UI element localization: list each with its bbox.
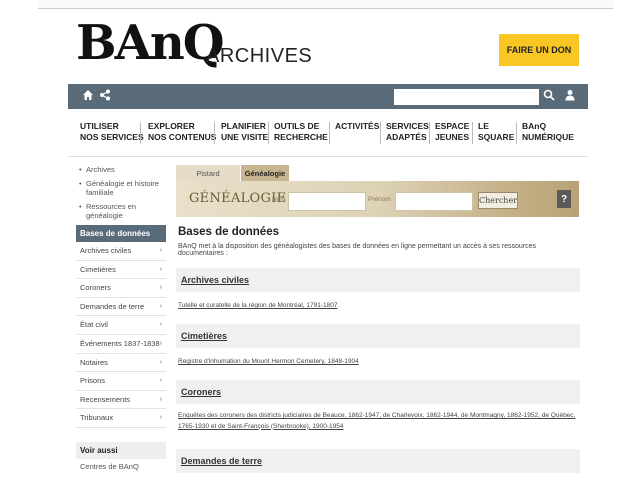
site-search-input[interactable] (394, 89, 539, 105)
section-title-archives-civiles[interactable]: Archives civiles (181, 275, 249, 285)
nav-divider (268, 122, 269, 144)
sidebar-item-cimetieres[interactable]: Cimetières › (76, 261, 166, 280)
nav-le-square[interactable]: LE SQUARE (478, 121, 514, 143)
prenom-label: Prénom (368, 196, 391, 203)
nav-planifier[interactable]: PLANIFIER UNE VISITE (221, 121, 268, 143)
sidebar-item-active[interactable]: Bases de données (76, 225, 166, 242)
sidebar: Archives Généalogie et histoire familial… (76, 163, 166, 474)
sidebar-item-label: Demandes de terre (80, 301, 145, 311)
chevron-right-icon: › (159, 247, 162, 254)
nav-espace-jeunes[interactable]: ESPACE JEUNES (435, 121, 469, 143)
section-header: Demandes de terre (176, 449, 580, 473)
chevron-right-icon: › (159, 302, 162, 310)
section-title-coroners[interactable]: Coroners (181, 387, 221, 397)
sidebar-item-label: Prisons (80, 376, 106, 386)
sidebar-link-genealogie[interactable]: Généalogie et histoire familiale (76, 177, 166, 200)
section-title-cimetieres[interactable]: Cimetières (181, 331, 227, 341)
database-link[interactable]: Enquêtes des coroners des districts judi… (178, 411, 580, 432)
sidebar-item-label: Cimetières (80, 264, 116, 274)
page-title: Bases de données (178, 226, 279, 238)
section-header: Coroners (176, 380, 580, 404)
nav-divider (329, 122, 330, 144)
nav-divider (140, 122, 141, 144)
user-icon[interactable] (564, 89, 576, 104)
nav-divider (472, 122, 473, 144)
section-title-demandes-de-terre[interactable]: Demandes de terre (181, 456, 262, 466)
sidebar-item-evenements[interactable]: Événements 1837-1838 › (76, 335, 166, 354)
sidebar-item-tribunaux[interactable]: Tribunaux › (76, 409, 166, 428)
help-button[interactable]: ? (557, 190, 571, 208)
sidebar-item-notaires[interactable]: Notaires › (76, 354, 166, 373)
sidebar-item-coroners[interactable]: Coroners › (76, 279, 166, 298)
sidebar-item-archives-civiles[interactable]: Archives civiles › (76, 242, 166, 261)
tab-pistard[interactable]: Pistard (176, 165, 240, 181)
site-header: BAnQ ARCHIVES FAIRE UN DON (68, 12, 588, 82)
sidebar-item-demandes-de-terre[interactable]: Demandes de terre › (76, 298, 166, 317)
database-link[interactable]: Tutelle et curatelle de la région de Mon… (178, 301, 580, 312)
sidebar-link-centres[interactable]: Centres de BAnQ (76, 459, 166, 474)
share-icon[interactable] (99, 89, 111, 104)
chevron-right-icon: › (159, 265, 162, 273)
sidebar-link-ressources[interactable]: Ressources en généalogie (76, 200, 166, 223)
nom-input[interactable] (288, 192, 366, 211)
genealogy-search-banner: GÉNÉALOGIE Nom Prénom Chercher ? (176, 181, 579, 217)
sidebar-item-etat-civil[interactable]: État civil › (76, 316, 166, 335)
sidebar-item-label: Notaires (80, 357, 108, 367)
sidebar-item-prisons[interactable]: Prisons › (76, 372, 166, 391)
chevron-right-icon: › (159, 414, 162, 422)
chevron-right-icon: › (159, 377, 162, 385)
database-link[interactable]: Registre d'inhumation du Mount Hermon Ce… (178, 357, 580, 368)
main-content: Bases de données BAnQ met à la dispositi… (176, 225, 580, 473)
chercher-button[interactable]: Chercher (478, 192, 518, 209)
chevron-right-icon: › (159, 321, 162, 329)
home-icon[interactable] (82, 89, 94, 104)
sidebar-item-label: Tribunaux (80, 413, 114, 423)
donate-button[interactable]: FAIRE UN DON (499, 34, 579, 66)
prenom-input[interactable] (395, 192, 473, 211)
chevron-right-icon: › (159, 358, 162, 366)
chevron-right-icon: › (159, 284, 162, 292)
nav-explorer[interactable]: EXPLORER NOS CONTENUS (148, 121, 216, 143)
nom-label: Nom (272, 196, 286, 203)
main-nav: UTILISER NOS SERVICES EXPLORER NOS CONTE… (68, 118, 588, 157)
chevron-right-icon: › (159, 339, 162, 347)
tab-genealogie[interactable]: Généalogie (241, 165, 289, 181)
nav-banq-numerique[interactable]: BAnQ NUMÉRIQUE (522, 121, 574, 143)
logo-subtitle: ARCHIVES (206, 45, 313, 67)
section-header: Cimetières (176, 324, 580, 348)
sidebar-item-label: Coroners (80, 283, 111, 293)
nav-divider (516, 122, 517, 144)
sidebar-item-label: Recensements (80, 394, 131, 404)
browser-bar (38, 0, 613, 9)
chevron-right-icon: › (159, 395, 162, 403)
nav-outils[interactable]: OUTILS DE RECHERCHE (274, 121, 328, 143)
nav-services-adaptes[interactable]: SERVICES ADAPTÉS (386, 121, 429, 143)
nav-utiliser[interactable]: UTILISER NOS SERVICES (80, 121, 144, 143)
banq-logo[interactable]: BAnQ (76, 18, 225, 68)
nav-divider (429, 122, 430, 144)
nav-activites[interactable]: ACTIVITÉS (335, 121, 379, 132)
sidebar-item-label: Archives civiles (80, 246, 132, 255)
sidebar-item-recensements[interactable]: Recensements › (76, 391, 166, 410)
top-toolbar (68, 84, 588, 109)
section-header: Archives civiles (176, 268, 580, 292)
sidebar-item-label: Événements 1837-1838 (80, 338, 160, 348)
sidebar-link-archives[interactable]: Archives (76, 163, 166, 177)
voir-aussi-heading: Voir aussi (76, 441, 166, 459)
nav-divider (214, 122, 215, 144)
nav-divider (380, 122, 381, 144)
sidebar-item-label: État civil (80, 320, 108, 330)
intro-text: BAnQ met à la disposition des généalogis… (178, 243, 536, 257)
search-icon[interactable] (543, 89, 555, 104)
